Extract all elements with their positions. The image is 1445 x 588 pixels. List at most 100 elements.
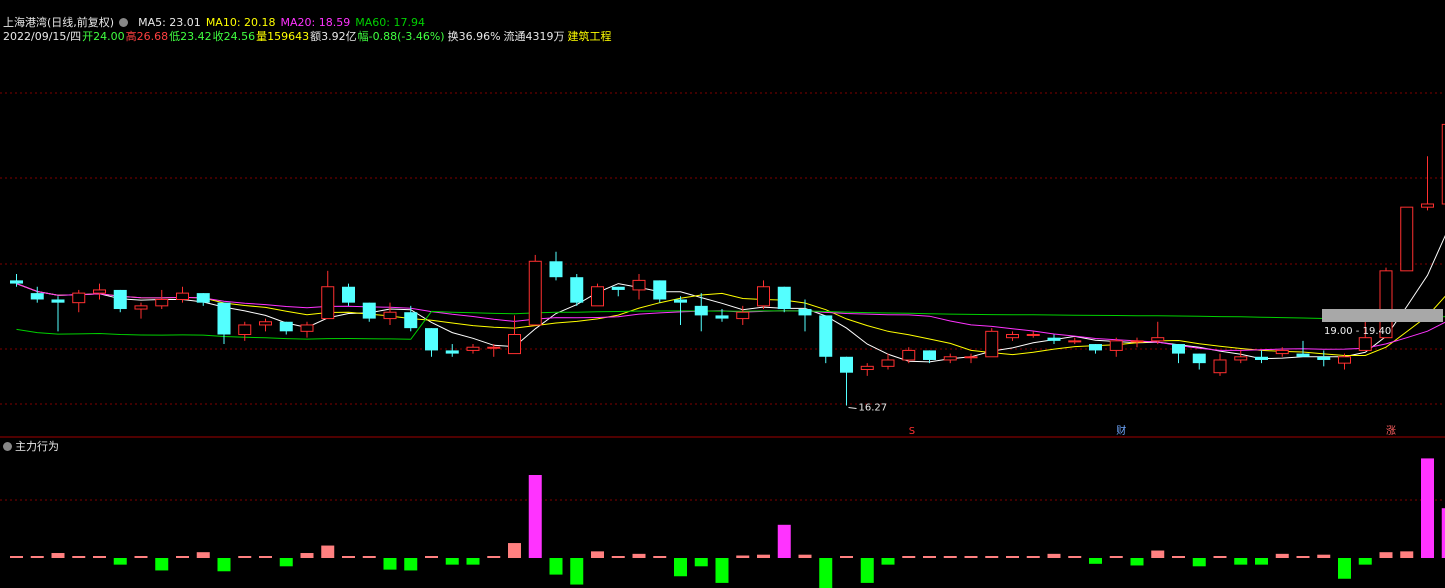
candle-body: [923, 350, 936, 360]
event-marker-finance[interactable]: 财: [1116, 424, 1126, 437]
indicator-bar: [757, 554, 770, 558]
candle: [259, 318, 272, 332]
candle-body: [425, 328, 438, 351]
candle: [425, 328, 438, 357]
low-pointer: [848, 406, 857, 409]
candle: [611, 286, 625, 297]
candle-body: [528, 260, 542, 326]
candle: [1026, 331, 1040, 338]
price-range-box: [1322, 309, 1443, 322]
indicator-bar: [570, 558, 584, 585]
indicator-bar: [508, 543, 521, 558]
candle: [217, 302, 231, 345]
candle-body: [342, 286, 355, 303]
indicator-bar: [134, 556, 148, 558]
candle: [985, 328, 999, 358]
candle-body: [1109, 340, 1123, 351]
indicator-bar: [611, 556, 625, 558]
indicator-bar: [985, 556, 999, 558]
candle-body: [383, 311, 397, 320]
indicator-bars: [10, 458, 1445, 588]
indicator-bar: [694, 558, 708, 567]
candle-body: [300, 324, 314, 332]
candle: [591, 283, 604, 307]
candle: [549, 251, 563, 281]
candle-body: [238, 324, 252, 336]
indicator-bar: [653, 556, 667, 558]
chart-annotations: 26 16.27 19.00 - 19.40 S 财 涨: [848, 309, 1443, 437]
indicator-bar: [736, 555, 750, 558]
candle: [113, 289, 127, 313]
candle-body: [798, 309, 812, 316]
event-marker-limit-up[interactable]: 涨: [1386, 425, 1396, 437]
candle: [1109, 337, 1123, 357]
indicator-bar: [923, 556, 936, 558]
candle-body: [51, 299, 65, 303]
indicator-bar: [259, 556, 272, 558]
candle: [279, 321, 293, 335]
candle: [902, 347, 916, 364]
candle-body: [736, 311, 750, 320]
candle-body: [487, 346, 501, 349]
indicator-bar: [362, 556, 376, 558]
indicator-title: 主力行为: [15, 440, 59, 453]
candle-body: [819, 315, 833, 357]
indicator-bar: [591, 551, 604, 558]
candle-body: [1275, 349, 1289, 355]
candle: [528, 254, 542, 326]
candle-body: [1255, 356, 1268, 360]
indicator-bar: [1213, 556, 1227, 558]
candle: [1234, 350, 1248, 364]
indicator-bar: [902, 556, 916, 558]
candle: [51, 296, 65, 332]
candle-body: [508, 334, 521, 355]
indicator-bar: [30, 556, 44, 558]
candle: [1421, 156, 1434, 211]
candle: [653, 280, 667, 303]
indicator-bar: [279, 558, 293, 567]
candle-body: [1068, 340, 1082, 343]
candle-body: [570, 277, 584, 303]
candle: [93, 283, 106, 300]
indicator-bar: [1068, 556, 1082, 558]
candle-body: [1213, 359, 1227, 374]
indicator-bar: [1358, 558, 1372, 565]
indicator-bar: [819, 558, 833, 588]
price-range-label: 19.00 - 19.40: [1324, 326, 1391, 337]
candle-body: [134, 305, 148, 310]
indicator-bar: [1026, 556, 1040, 558]
candle-body: [694, 305, 708, 316]
candle-body: [30, 293, 44, 300]
candle-body: [10, 280, 23, 284]
indicator-bar: [383, 558, 397, 570]
kline-chart[interactable]: 26 16.27 19.00 - 19.40 S 财 涨: [0, 0, 1445, 588]
candle-body: [840, 356, 853, 373]
candle-body: [259, 321, 272, 326]
candle: [757, 280, 770, 310]
candlestick-series[interactable]: [10, 74, 1445, 406]
candle-body: [632, 279, 646, 291]
ma10-line: [16, 283, 1445, 356]
candle: [196, 293, 210, 306]
candle: [570, 274, 584, 306]
candle-body: [1400, 206, 1414, 272]
candle-body: [757, 286, 770, 307]
candle: [1151, 321, 1165, 345]
candle: [1068, 337, 1082, 345]
indicator-bar: [860, 558, 874, 583]
indicator-bar: [466, 558, 480, 565]
candle: [1047, 334, 1061, 345]
candle-body: [1338, 356, 1351, 364]
indicator-bar: [964, 556, 978, 558]
candle: [1006, 331, 1019, 341]
indicator-settings-icon[interactable]: [3, 442, 12, 451]
candle-body: [777, 286, 791, 310]
candle-body: [113, 289, 127, 310]
event-marker-s[interactable]: S: [909, 426, 915, 437]
candle-body: [1317, 356, 1331, 360]
indicator-bar: [777, 524, 791, 558]
indicator-bar: [1317, 554, 1331, 558]
candle: [1192, 353, 1206, 370]
candle-body: [217, 302, 231, 335]
low-price-label: 16.27: [859, 402, 888, 413]
